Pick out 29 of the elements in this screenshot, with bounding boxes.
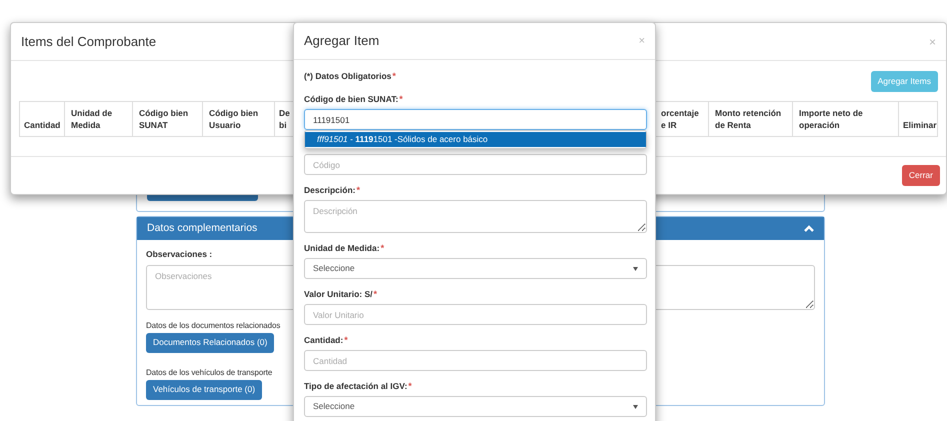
field-label: (*) Datos Obligatorios <box>304 71 392 82</box>
column-header: Código bien SUNAT <box>139 107 190 131</box>
required-mark: * <box>344 335 348 346</box>
field-label: Valor Unitario: S/ <box>304 289 372 300</box>
required-mark: * <box>408 381 412 392</box>
required-mark: * <box>374 289 378 300</box>
column-header: Cantidad <box>24 119 60 131</box>
required-mark: * <box>399 94 403 105</box>
column-header: De bi <box>279 107 291 131</box>
modal-title: Items del Comprobante <box>21 32 156 51</box>
column-header: Importe neto de operación <box>799 107 864 131</box>
column-header: Unidad de Medida <box>71 107 114 131</box>
column-header: orcentaje e IR <box>661 107 700 131</box>
required-mark: * <box>356 185 360 196</box>
field-label: Observaciones : <box>146 248 212 261</box>
column-header: Monto retención de Renta <box>715 107 782 131</box>
required-mark: * <box>392 71 396 82</box>
field-label: Código de bien SUNAT: <box>304 94 398 105</box>
section-caption: Datos de los documentos relacionados <box>146 320 280 332</box>
column-header: Código bien Usuario <box>209 107 260 131</box>
field-label: Tipo de afectación al IGV: <box>304 381 408 392</box>
panel-title: Datos complementarios <box>147 220 258 236</box>
column-header: Eliminar <box>903 119 937 131</box>
field-label: Descripción: <box>304 185 356 196</box>
field-label: Unidad de Medida: <box>304 243 380 254</box>
section-caption: Datos de los vehículos de transporte <box>146 366 272 379</box>
required-mark: * <box>380 243 384 254</box>
modal-title: Agregar Item <box>304 32 380 50</box>
field-label: Cantidad: <box>304 335 344 346</box>
